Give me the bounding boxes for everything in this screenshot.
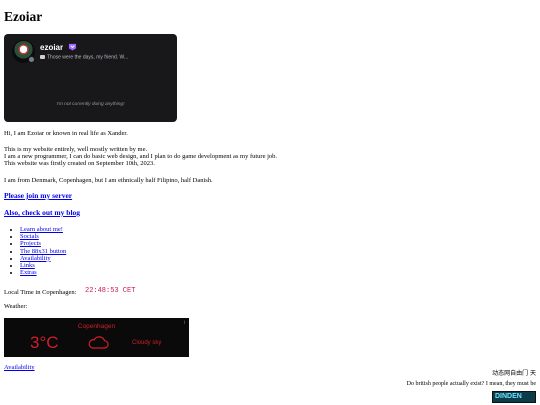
weather-description: Cloudy sky [132,340,162,346]
custom-status-text: Those were the days, my friend. W... [47,54,129,61]
nav-list: Learn about me! Socials Projects The 88x… [4,226,66,276]
server-link[interactable]: Please join my server [4,191,72,201]
nav-link-links[interactable]: Links [20,262,35,269]
88x31-button[interactable]: DINDEN [492,391,536,403]
availability-link[interactable]: Availability [4,364,35,371]
nitro-badge-icon [68,43,77,51]
cloud-icon [88,336,109,349]
local-clock: 22:48:53 CET [85,287,136,295]
blog-link[interactable]: Also, check out my blog [4,208,80,218]
list-item: Availability [20,255,66,262]
list-item: Links [20,262,66,269]
status-indicator [28,56,35,63]
intro-text: Hi, I am Ezoiar or known in real life as… [4,130,128,137]
status-emoji-icon [40,55,45,59]
discord-status-card: ezoiar Those were the days, my friend. W… [4,34,177,122]
list-item: Learn about me! [20,226,66,233]
weather-widget[interactable]: i Copenhagen 3°C Cloudy sky [4,318,189,357]
nav-link-availability[interactable]: Availability [20,255,51,262]
custom-status: Those were the days, my friend. W... [40,54,129,61]
list-item: The 88x31 button [20,248,66,255]
origin-text: I am from Denmark, Copenhagen, but I am … [4,177,213,184]
list-item: Socials [20,233,66,240]
weather-temperature: 3°C [30,333,59,352]
list-item: Extras [20,269,66,276]
weather-city: Copenhagen [77,323,116,330]
list-item: Projects [20,240,66,247]
weather-label: Weather: [4,303,28,310]
about-line-3: This website was firstly created on Sept… [4,160,155,167]
marquee-text-1: 动态网自由门 天 [492,370,536,377]
time-label: Local Time in Copenhagen: [4,289,77,296]
marquee-text-2: Do british people actually exist? I mean… [406,381,536,387]
nav-link-88x31[interactable]: The 88x31 button [20,248,66,255]
discord-username: ezoiar [40,43,64,52]
activity-text: I'm not currently doing anything! [56,102,125,107]
page-title: Ezoiar [4,9,43,24]
nav-link-about[interactable]: Learn about me! [20,226,63,233]
nav-link-socials[interactable]: Socials [20,233,39,240]
nav-link-projects[interactable]: Projects [20,240,41,247]
nav-link-extras[interactable]: Extras [20,269,37,276]
